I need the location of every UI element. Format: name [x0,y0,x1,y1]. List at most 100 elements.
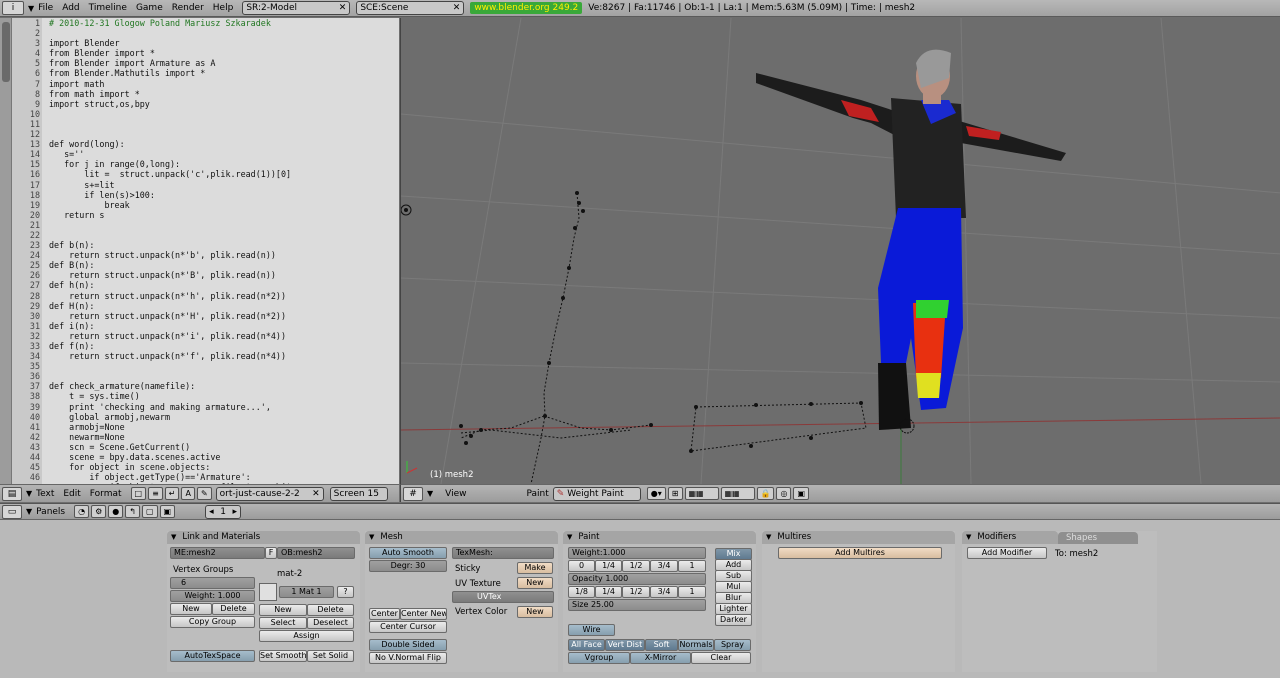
menu-edit[interactable]: Edit [63,489,80,499]
code-line[interactable]: global armobj,newarm [49,412,296,422]
code-line[interactable]: s='' [49,149,296,159]
collapse-triangle-icon[interactable]: ▼ [567,531,572,544]
vgroup-delete-button[interactable]: Delete [212,603,255,615]
code-line[interactable]: from Blender.Mathutils import * [49,68,296,78]
scene-selector[interactable]: SCE:Scene ✕ [356,1,465,15]
menu-file[interactable]: File [38,3,53,13]
auto-smooth-toggle[interactable]: Auto Smooth [369,547,447,559]
collapse-triangle-icon[interactable]: ▼ [26,489,32,498]
menu-add[interactable]: Add [62,3,79,13]
code-line[interactable]: from math import * [49,89,296,99]
add-multires-button[interactable]: Add Multires [778,547,942,559]
opacity-preset-4[interactable]: 1 [678,586,706,598]
editor-type-icon[interactable]: ▤ [2,486,22,501]
material-new-button[interactable]: New [259,604,307,616]
no-vnormal-flip-toggle[interactable]: No V.Normal Flip [369,652,447,664]
clear-button[interactable]: Clear [691,652,751,664]
close-icon[interactable]: ✕ [312,489,320,499]
soft-toggle[interactable]: Soft [645,639,678,651]
material-index[interactable]: 1 Mat 1 [279,586,334,598]
menu-help[interactable]: Help [213,3,234,13]
object-context-icon[interactable]: ↰ [125,505,140,518]
code-line[interactable]: return struct.unpack(n*'i', plik.read(n*… [49,331,296,341]
syntax-icon[interactable]: A [181,487,195,500]
degree-field[interactable]: Degr: 30 [369,560,447,572]
code-line[interactable]: s+=lit [49,180,296,190]
wordwrap-icon[interactable]: ↵ [164,487,180,500]
ogl-render-icon[interactable]: ◎ [776,487,792,500]
object-datablock[interactable]: OB:mesh2 [277,547,355,559]
font-selector[interactable]: Screen 15 [329,486,388,501]
panel-header[interactable]: ▼ Multires [762,531,955,544]
collapse-triangle-icon[interactable]: ▼ [171,531,176,544]
center-button[interactable]: Center [369,608,400,620]
opacity-preset-0[interactable]: 1/8 [568,586,595,598]
code-line[interactable]: def i(n): [49,321,296,331]
3d-viewport[interactable]: (1) mesh2 [400,18,1280,484]
code-line[interactable]: print 'checking and making armature...', [49,402,296,412]
arrow-right-icon[interactable]: ▸ [233,507,238,517]
code-content[interactable]: # 2010-12-31 Glogow Poland Mariusz Szkar… [49,18,296,484]
scene-context-icon[interactable]: ▣ [159,505,176,518]
code-line[interactable]: break [49,200,296,210]
code-line[interactable]: from Blender import * [49,48,296,58]
menu-game[interactable]: Game [136,3,163,13]
copy-group-button[interactable]: Copy Group [170,616,255,628]
layers-1-icon[interactable]: ▦▦ [684,487,719,500]
code-line[interactable]: return s [49,210,296,220]
linenumbers-icon[interactable]: ≡ [148,487,163,500]
add-modifier-button[interactable]: Add Modifier [967,547,1047,559]
weight-preset-1[interactable]: 1/4 [595,560,622,572]
vgroup-new-button[interactable]: New [170,603,212,615]
code-line[interactable]: if len(s)>100: [49,190,296,200]
menu-render[interactable]: Render [172,3,204,13]
code-line[interactable]: def f(n): [49,341,296,351]
center-new-button[interactable]: Center New [400,608,447,620]
text-editor[interactable]: 1 2 3 4 5 6 7 8 9 10 11 12 13 14 15 16 17 18 19 20 21 22 23 24 2… [0,18,399,484]
code-line[interactable]: if object.getType()=='Armature': [49,472,296,482]
code-line[interactable]: scene = bpy.data.scenes.active [49,452,296,462]
code-line[interactable]: def word(long): [49,139,296,149]
mesh-datablock[interactable]: ME:mesh2 [170,547,265,559]
menu-paint[interactable]: Paint [527,489,549,499]
material-assign-button[interactable]: Assign [259,630,354,642]
uvtex-layer[interactable]: UVTex [452,591,554,603]
collapse-triangle-icon[interactable]: ▼ [766,531,771,544]
tab-shapes[interactable]: Shapes [1058,531,1138,544]
close-icon[interactable]: ✕ [339,3,347,13]
code-line[interactable] [49,220,296,230]
viewport-canvas[interactable] [401,18,1280,484]
weight-preset-0[interactable]: 0 [568,560,595,572]
wire-toggle[interactable]: Wire [568,624,615,636]
arrow-left-icon[interactable]: ◂ [209,507,214,517]
collapse-triangle-icon[interactable]: ▼ [427,489,433,498]
fullscreen-icon[interactable]: □ [130,487,147,500]
code-line[interactable] [49,28,296,38]
shading-icon[interactable]: ●▾ [646,487,666,500]
code-line[interactable]: return struct.unpack(n*'b', plik.read(n)… [49,250,296,260]
code-line[interactable]: import math [49,79,296,89]
code-line[interactable]: def check_armature(namefile): [49,381,296,391]
mode-darker[interactable]: Darker [715,614,752,626]
mode-selector[interactable]: ✎ Weight Paint [552,486,641,501]
code-line[interactable]: newarm=None [49,432,296,442]
material-select-button[interactable]: Select [259,617,307,629]
code-line[interactable] [49,361,296,371]
opacity-slider[interactable]: Opacity 1.000 [568,573,706,585]
code-line[interactable]: return struct.unpack(n*'B', plik.read(n)… [49,270,296,280]
close-icon[interactable]: ✕ [453,3,461,13]
material-delete-button[interactable]: Delete [307,604,354,616]
blender-url[interactable]: www.blender.org 249.2 [470,2,583,14]
code-line[interactable]: def B(n): [49,260,296,270]
vgroup-toggle[interactable]: Vgroup [568,652,630,664]
code-line[interactable]: return struct.unpack(n*'f', plik.read(n*… [49,351,296,361]
text-datablock[interactable]: ort-just-cause-2-2 ✕ [215,486,324,501]
code-line[interactable] [49,371,296,381]
collapse-triangle-icon[interactable]: ▼ [369,531,374,544]
x-mirror-toggle[interactable]: X-Mirror [630,652,691,664]
fake-user-button[interactable]: F [265,547,277,559]
editor-type-icon[interactable]: # [403,486,423,501]
code-line[interactable]: def h(n): [49,280,296,290]
render-icon[interactable]: ▣ [793,487,810,500]
code-line[interactable] [49,129,296,139]
